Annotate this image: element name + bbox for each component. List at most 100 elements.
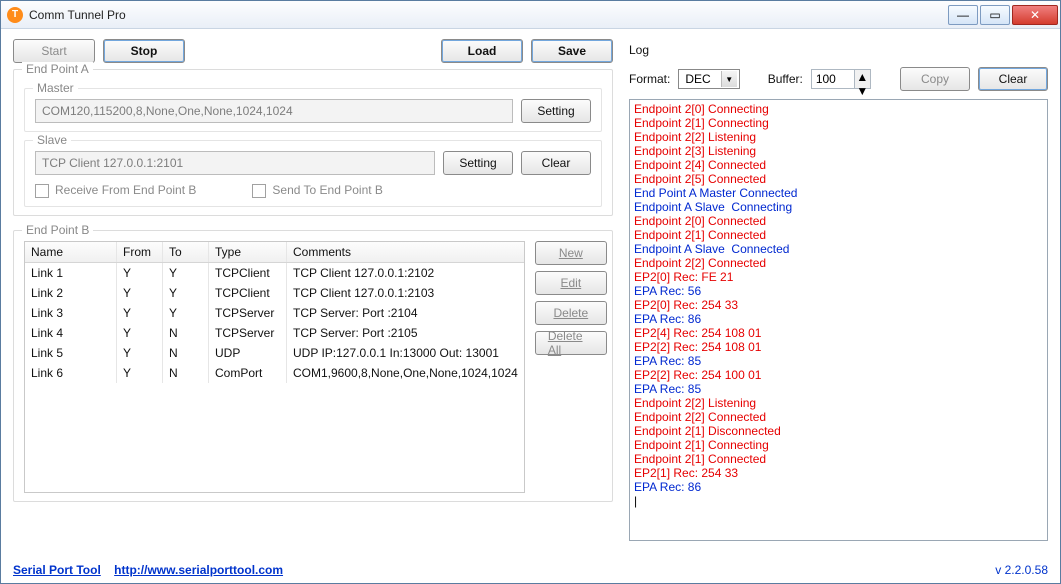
col-from[interactable]: From	[117, 242, 163, 262]
log-line: Endpoint 2[2] Listening	[634, 396, 1043, 410]
table-row[interactable]: Link 3YYTCPServerTCP Server: Port :2104	[25, 303, 524, 323]
log-line: Endpoint 2[0] Connected	[634, 214, 1043, 228]
slave-legend: Slave	[33, 133, 71, 147]
col-to[interactable]: To	[163, 242, 209, 262]
col-type[interactable]: Type	[209, 242, 287, 262]
start-button[interactable]: Start	[13, 39, 95, 63]
log-title: Log	[629, 43, 1048, 57]
log-line: EPA Rec: 86	[634, 480, 1043, 494]
url-link[interactable]: http://www.serialporttool.com	[114, 563, 283, 577]
log-line: EPA Rec: 85	[634, 382, 1043, 396]
slave-field: TCP Client 127.0.0.1:2101	[35, 151, 435, 175]
table-row[interactable]: Link 5YNUDPUDP IP:127.0.0.1 In:13000 Out…	[25, 343, 524, 363]
log-textarea[interactable]: Endpoint 2[0] Connecting Endpoint 2[1] Co…	[629, 99, 1048, 541]
cell-type: TCPServer	[209, 303, 287, 323]
format-select[interactable]: DEC ▼	[678, 69, 739, 89]
vendor-link[interactable]: Serial Port Tool	[13, 563, 101, 577]
buffer-value[interactable]: 100	[811, 69, 855, 89]
cell-from: Y	[117, 303, 163, 323]
cell-type: UDP	[209, 343, 287, 363]
log-line: EP2[0] Rec: FE 21	[634, 270, 1043, 284]
log-line: Endpoint 2[5] Connected	[634, 172, 1043, 186]
slave-clear-button[interactable]: Clear	[521, 151, 591, 175]
master-legend: Master	[33, 81, 78, 95]
cell-comments: COM1,9600,8,None,One,None,1024,1024	[287, 363, 524, 383]
checkbox-icon	[35, 184, 49, 198]
links-table[interactable]: Name From To Type Comments Link 1YYTCPCl…	[24, 241, 525, 493]
close-button[interactable]: ✕	[1012, 5, 1058, 25]
master-setting-button[interactable]: Setting	[521, 99, 591, 123]
col-name[interactable]: Name	[25, 242, 117, 262]
edit-button[interactable]: Edit	[535, 271, 607, 295]
cell-comments: TCP Client 127.0.0.1:2102	[287, 263, 524, 283]
log-line: Endpoint 2[2] Connected	[634, 410, 1043, 424]
cell-to: N	[163, 343, 209, 363]
new-button[interactable]: New	[535, 241, 607, 265]
endpoint-a-group: End Point A Master COM120,115200,8,None,…	[13, 69, 613, 216]
cell-to: N	[163, 363, 209, 383]
maximize-button[interactable]: ▭	[980, 5, 1010, 25]
buffer-spinner[interactable]: 100 ▲▼	[811, 69, 871, 89]
delete-all-button[interactable]: Delete All	[535, 331, 607, 355]
log-line: Endpoint 2[0] Connecting	[634, 102, 1043, 116]
log-line: Endpoint A Slave Connecting	[634, 200, 1043, 214]
endpoint-b-legend: End Point B	[22, 223, 93, 237]
cell-comments: TCP Client 127.0.0.1:2103	[287, 283, 524, 303]
copy-button[interactable]: Copy	[900, 67, 970, 91]
send-checkbox[interactable]: Send To End Point B	[252, 183, 383, 198]
endpoint-a-legend: End Point A	[22, 62, 93, 76]
receive-checkbox[interactable]: Receive From End Point B	[35, 183, 196, 198]
cell-name: Link 5	[25, 343, 117, 363]
send-label: Send To End Point B	[272, 183, 383, 197]
log-line: Endpoint 2[4] Connected	[634, 158, 1043, 172]
cell-comments: UDP IP:127.0.0.1 In:13000 Out: 13001	[287, 343, 524, 363]
footer: Serial Port Tool http://www.serialportto…	[13, 563, 1048, 577]
table-row[interactable]: Link 1YYTCPClientTCP Client 127.0.0.1:21…	[25, 263, 524, 283]
cell-to: Y	[163, 263, 209, 283]
log-line: EP2[1] Rec: 254 33	[634, 466, 1043, 480]
cell-name: Link 2	[25, 283, 117, 303]
cell-from: Y	[117, 343, 163, 363]
titlebar: T Comm Tunnel Pro — ▭ ✕	[1, 1, 1060, 29]
log-line: End Point A Master Connected	[634, 186, 1043, 200]
window-controls: — ▭ ✕	[946, 5, 1058, 25]
cell-type: TCPServer	[209, 323, 287, 343]
cell-to: Y	[163, 283, 209, 303]
cell-comments: TCP Server: Port :2105	[287, 323, 524, 343]
log-line: Endpoint 2[1] Connected	[634, 452, 1043, 466]
minimize-button[interactable]: —	[948, 5, 978, 25]
cell-from: Y	[117, 363, 163, 383]
table-row[interactable]: Link 6YNComPortCOM1,9600,8,None,One,None…	[25, 363, 524, 383]
log-line: EP2[2] Rec: 254 108 01	[634, 340, 1043, 354]
table-row[interactable]: Link 4YNTCPServerTCP Server: Port :2105	[25, 323, 524, 343]
log-line: Endpoint 2[3] Listening	[634, 144, 1043, 158]
cell-name: Link 3	[25, 303, 117, 323]
cell-name: Link 4	[25, 323, 117, 343]
log-line: EPA Rec: 86	[634, 312, 1043, 326]
cell-to: N	[163, 323, 209, 343]
delete-button[interactable]: Delete	[535, 301, 607, 325]
load-button[interactable]: Load	[441, 39, 523, 63]
log-line: EPA Rec: 85	[634, 354, 1043, 368]
save-button[interactable]: Save	[531, 39, 613, 63]
log-line: EPA Rec: 56	[634, 284, 1043, 298]
cell-to: Y	[163, 303, 209, 323]
stop-button[interactable]: Stop	[103, 39, 185, 63]
endpoint-b-group: End Point B Name From To Type Comments L…	[13, 230, 613, 502]
clear-log-button[interactable]: Clear	[978, 67, 1048, 91]
slave-setting-button[interactable]: Setting	[443, 151, 513, 175]
log-line: EP2[2] Rec: 254 100 01	[634, 368, 1043, 382]
cell-from: Y	[117, 283, 163, 303]
table-row[interactable]: Link 2YYTCPClientTCP Client 127.0.0.1:21…	[25, 283, 524, 303]
master-group: Master COM120,115200,8,None,One,None,102…	[24, 88, 602, 132]
cell-name: Link 6	[25, 363, 117, 383]
log-line: Endpoint 2[1] Connected	[634, 228, 1043, 242]
checkbox-icon	[252, 184, 266, 198]
col-comments[interactable]: Comments	[287, 242, 524, 262]
buffer-label: Buffer:	[768, 72, 803, 86]
caret-icon: |	[634, 494, 1043, 508]
app-window: T Comm Tunnel Pro — ▭ ✕ Start Stop Load …	[0, 0, 1061, 584]
app-icon: T	[7, 7, 23, 23]
table-header: Name From To Type Comments	[25, 242, 524, 263]
spinner-arrows-icon[interactable]: ▲▼	[855, 69, 871, 89]
